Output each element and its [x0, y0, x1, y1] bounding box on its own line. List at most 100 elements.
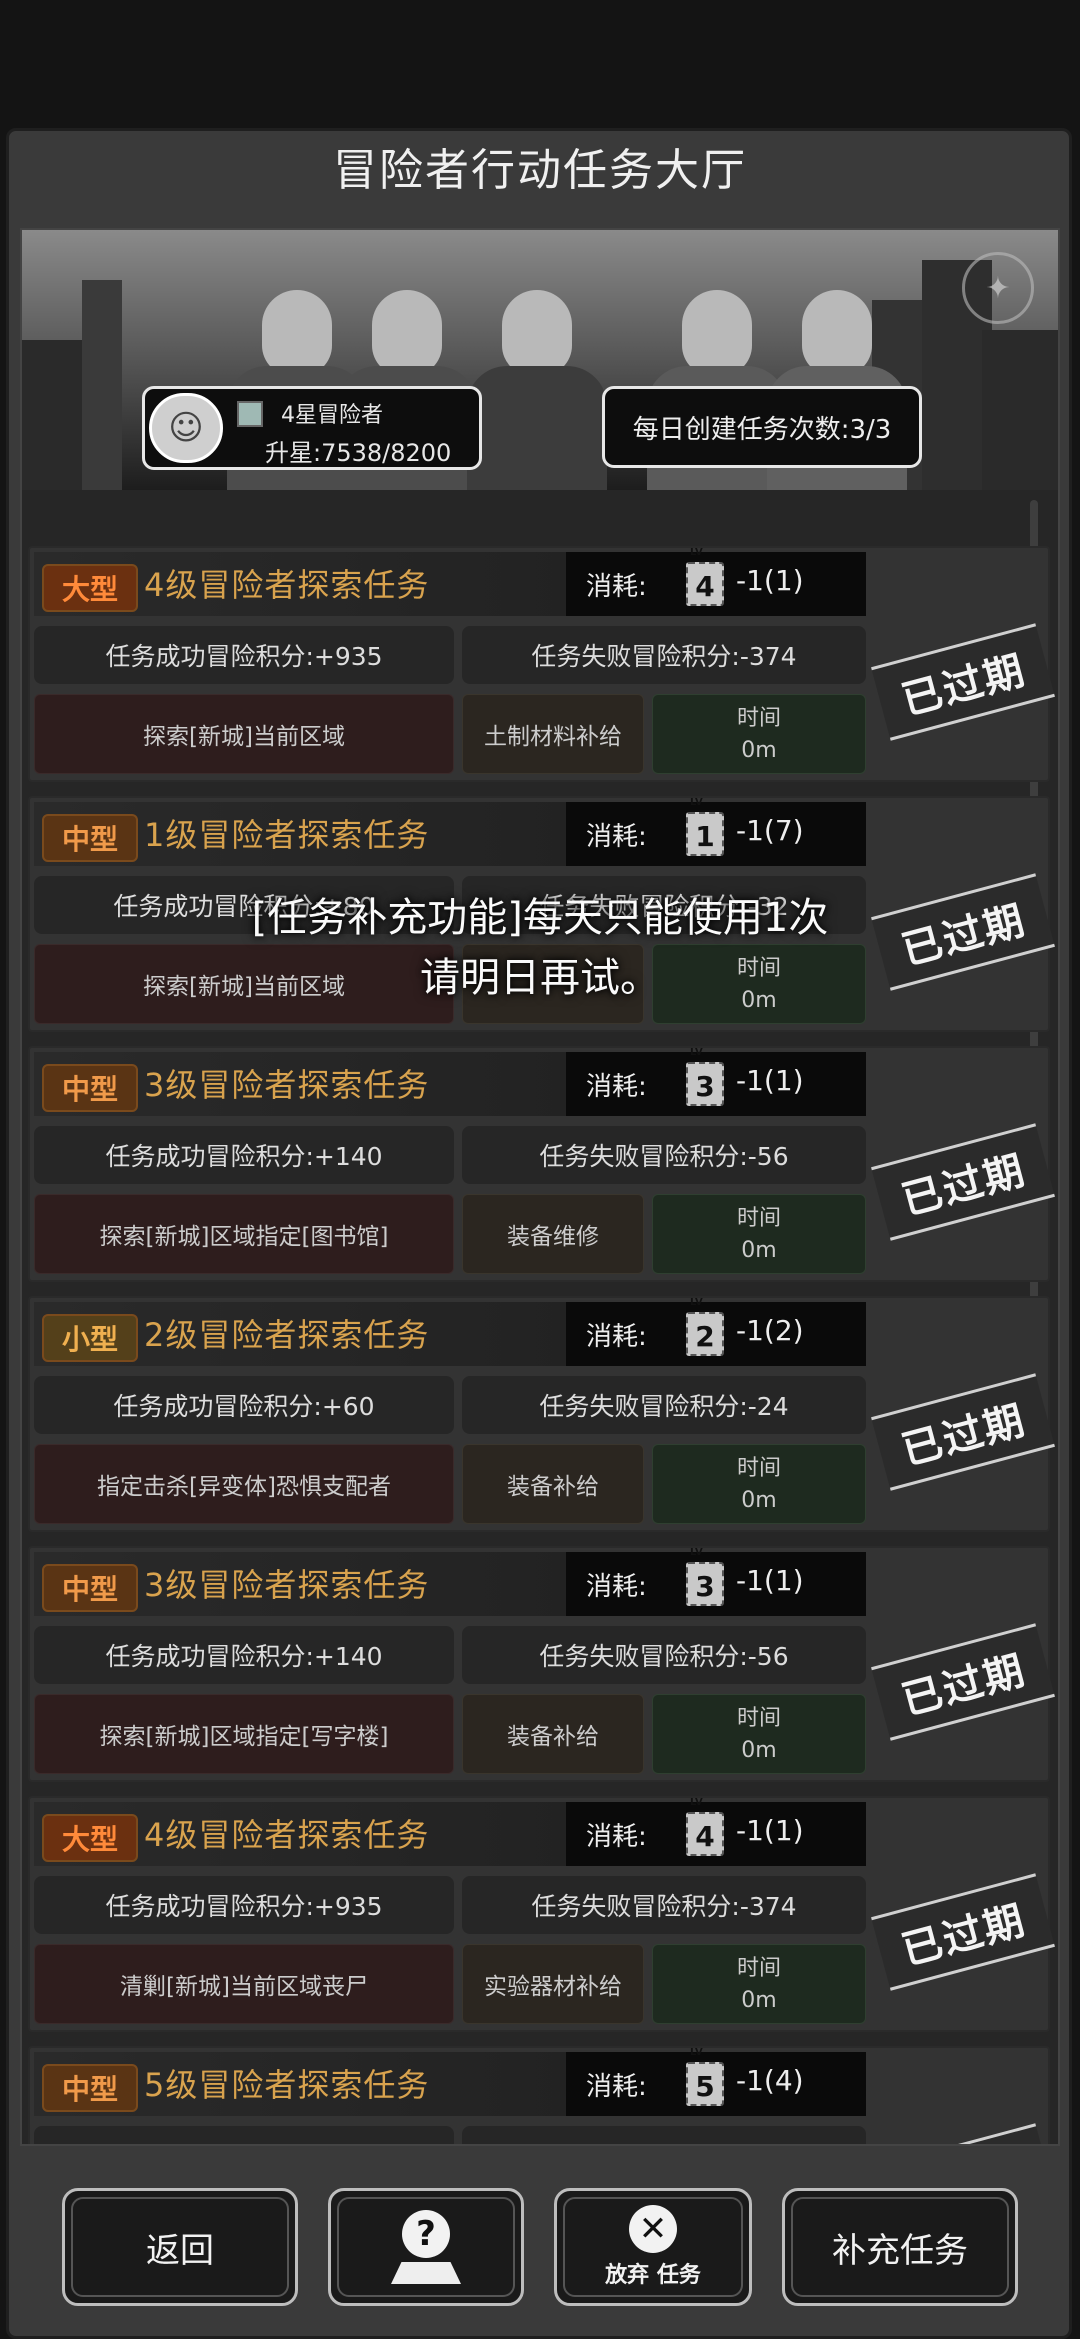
level-number: 4 [695, 570, 715, 603]
time-value: 0m [741, 1488, 777, 1513]
lv-label: LV [690, 797, 703, 808]
time-value: 0m [741, 738, 777, 763]
lv-label: LV [690, 1297, 703, 1308]
lv-label: LV [690, 2047, 703, 2058]
task-reward: 装备补给 [462, 1444, 644, 1524]
expired-stamp: 已过期 [871, 1873, 1055, 1991]
task-cost: 消耗: LV 3 -1(1) [566, 1548, 866, 1616]
task-card[interactable]: 中型 3级冒险者探索任务 消耗: LV 3 -1(1) 任务成功冒险积分:+140… [28, 1546, 1055, 1782]
cost-label: 消耗: [586, 2072, 647, 2102]
back-button[interactable]: 返回 [62, 2188, 298, 2306]
task-card[interactable]: 大型 4级冒险者探索任务 消耗: LV 4 -1(1) 任务成功冒险积分:+935… [28, 1796, 1055, 2032]
time-label: 时间 [736, 1206, 781, 1231]
rank-name: 4星冒险者 [281, 403, 383, 428]
success-score: 任务成功冒险积分:+60 [34, 1376, 454, 1434]
task-reward: 装备维修 [462, 1194, 644, 1274]
task-objective: 探索[新城]当前区域 [34, 694, 454, 774]
toast-line-1: [任务补充功能]每天只能使用1次 [251, 895, 829, 941]
task-card[interactable]: 小型 2级冒险者探索任务 消耗: LV 2 -1(2) 任务成功冒险积分:+60 … [28, 1296, 1055, 1532]
level-ticket-icon: LV 3 [686, 1548, 724, 1606]
cost-value: -1(1) [736, 1064, 804, 1097]
level-number: 2 [695, 1320, 715, 1353]
adventurer-banner: ✦ ☺ 4星冒险者 升星:7538/8200 每日创建任务次数:3/3 [22, 230, 1058, 490]
task-size-badge: 中型 [42, 2064, 138, 2112]
expired-stamp: 已过期 [871, 1123, 1055, 1241]
upgrade-progress: 升星:7538/8200 [265, 439, 452, 467]
lv-label: LV [690, 547, 703, 558]
cost-label: 消耗: [586, 1822, 647, 1852]
level-ticket-icon: LV 3 [686, 1048, 724, 1106]
success-score [34, 2126, 454, 2144]
cost-value: -1(4) [736, 2064, 804, 2097]
map-icon [391, 2262, 461, 2284]
level-number: 3 [695, 1570, 715, 1603]
page-title: 冒险者行动任务大厅 [333, 145, 747, 196]
cost-value: -1(1) [736, 1564, 804, 1597]
cost-label: 消耗: [586, 1072, 647, 1102]
cost-value: -1(7) [736, 814, 804, 847]
task-cost: 消耗: LV 4 -1(1) [566, 548, 866, 616]
expired-stamp: 已过期 [871, 623, 1055, 741]
task-name: 1级冒险者探索任务 [144, 816, 430, 854]
time-label: 时间 [736, 1956, 781, 1981]
cost-value: -1(1) [736, 564, 804, 597]
lv-label: LV [690, 1547, 703, 1558]
level-ticket-icon: LV 2 [686, 1298, 724, 1356]
task-name: 2级冒险者探索任务 [144, 1316, 430, 1354]
task-card[interactable]: 中型 5级冒险者探索任务 消耗: LV5 -1(4) 时间 已过期 [28, 2046, 1055, 2144]
task-time: 时间 0m [652, 694, 866, 774]
toast-line-2: 请明日再试。 [420, 955, 660, 1001]
task-cost: 消耗: LV 1 -1(7) [566, 798, 866, 866]
task-name: 3级冒险者探索任务 [144, 1066, 430, 1104]
lv-label: LV [690, 1797, 703, 1808]
level-number: 4 [695, 1820, 715, 1853]
task-reward: 装备补给 [462, 1694, 644, 1774]
cost-label: 消耗: [586, 822, 647, 852]
avatar: ☺ [149, 393, 223, 463]
level-number: 3 [695, 1070, 715, 1103]
success-score: 任务成功冒险积分:+935 [34, 1876, 454, 1934]
time-label: 时间 [736, 706, 781, 731]
help-button[interactable]: ? [328, 2188, 524, 2306]
level-ticket-icon: LV 4 [686, 1798, 724, 1856]
fail-score: 任务失败冒险积分:-56 [462, 1126, 866, 1184]
cost-label: 消耗: [586, 1572, 647, 1602]
time-value: 0m [741, 1988, 777, 2013]
level-ticket-icon: LV 1 [686, 798, 724, 856]
expired-stamp: 已过期 [871, 1623, 1055, 1741]
success-score: 任务成功冒险积分:+140 [34, 1126, 454, 1184]
expired-stamp: 已过期 [871, 2123, 1055, 2144]
task-objective: 探索[新城]区域指定[图书馆] [34, 1194, 454, 1274]
task-board: ✦ ☺ 4星冒险者 升星:7538/8200 每日创建任务次数:3/3 大型 4… [20, 228, 1060, 2146]
gem-icon [237, 401, 263, 427]
time-value: 0m [741, 1738, 777, 1763]
replenish-task-button[interactable]: 补充任务 [782, 2188, 1018, 2306]
time-value: 0m [741, 1238, 777, 1263]
task-name: 4级冒险者探索任务 [144, 1816, 430, 1854]
success-score: 任务成功冒险积分:+140 [34, 1626, 454, 1684]
lv-label: LV [690, 1047, 703, 1058]
abandon-task-button[interactable]: ✕ 放弃 任务 [554, 2188, 752, 2306]
cost-label: 消耗: [586, 1322, 647, 1352]
expired-stamp: 已过期 [871, 1373, 1055, 1491]
task-card[interactable]: 大型 4级冒险者探索任务 消耗: LV 4 -1(1) 任务成功冒险积分:+935… [28, 546, 1055, 782]
cost-value: -1(1) [736, 1814, 804, 1847]
task-name: 3级冒险者探索任务 [144, 1566, 430, 1604]
rank-badge[interactable]: ☺ 4星冒险者 升星:7538/8200 [142, 386, 482, 470]
task-name: 5级冒险者探索任务 [144, 2066, 430, 2104]
task-card[interactable]: 中型 3级冒险者探索任务 消耗: LV 3 -1(1) 任务成功冒险积分:+140… [28, 1046, 1055, 1282]
level-number: 1 [695, 820, 715, 853]
task-time: 时间 0m [652, 1694, 866, 1774]
task-objective: 清剿[新城]当前区域丧尸 [34, 1944, 454, 2024]
task-cost: 消耗: LV 4 -1(1) [566, 1798, 866, 1866]
fail-score: 任务失败冒险积分:-374 [462, 626, 866, 684]
task-size-badge: 中型 [42, 1064, 138, 1112]
fail-score: 任务失败冒险积分:-56 [462, 1626, 866, 1684]
task-cost: 消耗: LV 5 -1(4) [566, 2048, 866, 2116]
task-size-badge: 大型 [42, 564, 138, 612]
level-number: 5 [695, 2070, 715, 2103]
time-label: 时间 [736, 1706, 781, 1731]
faction-emblem-icon: ✦ [962, 252, 1034, 324]
cost-value: -1(2) [736, 1314, 804, 1347]
task-objective: 指定击杀[异变体]恐惧支配者 [34, 1444, 454, 1524]
